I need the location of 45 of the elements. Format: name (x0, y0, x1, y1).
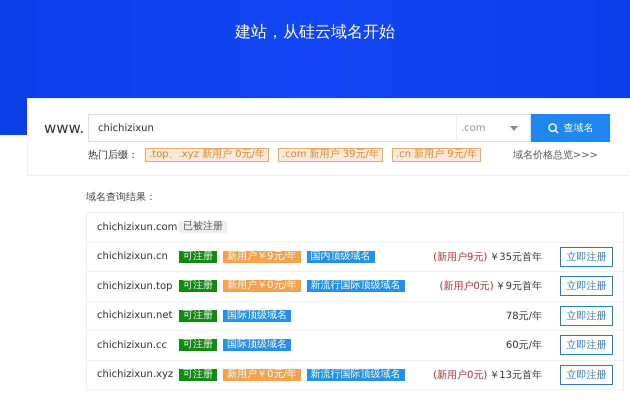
register-button[interactable]: 立即注册 (560, 335, 613, 356)
new-user-note: (新用户0元) (433, 368, 488, 382)
promo-tag: 新用户￥0元/年 (223, 280, 301, 292)
results-title: 域名查询结果： (86, 190, 157, 204)
register-button[interactable]: 立即注册 (560, 306, 613, 326)
category-tag: 国际顶级域名 (223, 339, 291, 352)
status-tag: 可注册 (179, 339, 217, 352)
category-tag: 新流行国际顶级域名 (306, 280, 405, 292)
register-button[interactable]: 立即注册 (560, 246, 613, 267)
status-tag: 可注册 (179, 368, 217, 381)
domain-name: chichizixun.xyz (97, 369, 173, 380)
status-tag: 可注册 (179, 280, 217, 292)
new-user-note: (新用户9元) (433, 250, 488, 264)
category-tag: 国内顶级域名 (306, 250, 375, 263)
domain-name: chichizixun.top (97, 280, 173, 292)
search-icon (548, 122, 558, 134)
www-prefix: www. (44, 119, 86, 137)
hot-suffix-link[interactable]: .com 新用户 39元/年 (278, 148, 383, 162)
status-tag: 可注册 (179, 310, 217, 322)
category-tag: 新流行国际顶级域名 (306, 368, 405, 381)
search-button[interactable]: 查域名 (531, 114, 610, 142)
price: ￥9元首年 (496, 280, 542, 294)
price: ￥35元首年 (489, 250, 542, 264)
banner-title: 建站，从硅云域名开始 (235, 21, 395, 43)
hot-suffix-label: 热门后缀： (88, 148, 138, 162)
caret-icon (510, 126, 518, 130)
suffix-dropdown[interactable]: .com (456, 114, 531, 142)
status-tag: 可注册 (179, 250, 217, 263)
register-button[interactable]: 立即注册 (560, 364, 613, 385)
domain-name: chichizixun.cn (97, 251, 169, 262)
category-tag: 国际顶级域名 (223, 310, 291, 322)
new-user-note: (新用户0元) (439, 280, 494, 294)
search-field[interactable]: chichizixun (88, 114, 456, 142)
promo-tag: 新用户￥0元/年 (223, 368, 301, 381)
domain-name: chichizixun.cc (97, 340, 168, 351)
status-tag: 已被注册 (179, 221, 227, 234)
hot-suffix-link[interactable]: .cn 新用户 9元/年 (392, 148, 482, 162)
price: 60元/年 (506, 339, 542, 352)
hot-suffix-link[interactable]: .top、.xyz 新用户 0元/年 (145, 148, 269, 162)
promo-tag: 新用户￥9元/年 (223, 250, 301, 263)
price-overview-link[interactable]: 域名价格总览>>> (512, 148, 598, 162)
domain-name: chichizixun.net (97, 310, 173, 322)
register-button[interactable]: 立即注册 (560, 276, 613, 296)
price: ￥13元首年 (489, 368, 542, 382)
price: 78元/年 (506, 310, 542, 323)
